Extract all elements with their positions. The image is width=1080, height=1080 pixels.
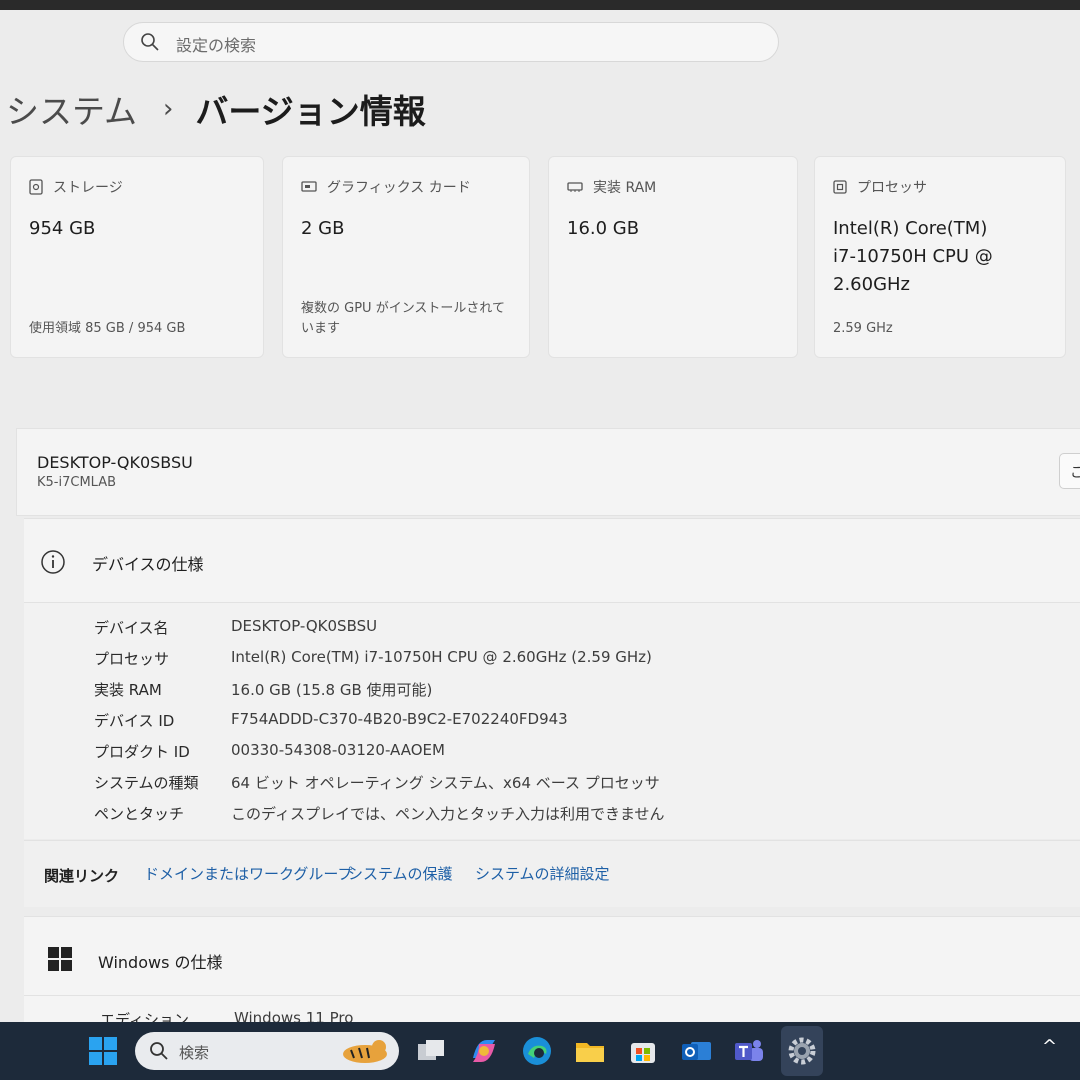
spec-value[interactable]: 16.0 GB (15.8 GB 使用可能): [231, 679, 432, 700]
divider: [24, 995, 1080, 996]
related-links-bar: 関連リンク ドメインまたはワークグループ システムの保護 システムの詳細設定: [24, 840, 1080, 907]
windows-spec-section[interactable]: Windows の仕様 エディション Windows 11 Pro: [24, 916, 1080, 1029]
rename-pc-button[interactable]: こ: [1059, 453, 1080, 489]
graphics-card-sub: 複数の GPU がインストールされています: [301, 301, 506, 336]
link-advanced-system-settings[interactable]: システムの詳細設定: [475, 863, 610, 884]
start-icon[interactable]: [86, 1034, 120, 1068]
windows-spec-title: Windows の仕様: [98, 953, 223, 972]
spec-key: デバイス ID: [94, 712, 175, 730]
related-links-label: 関連リンク: [44, 867, 120, 885]
processor-icon: [833, 180, 847, 194]
spec-value[interactable]: F754ADDD-C370-4B20-B9C2-E702240FD943: [231, 710, 568, 728]
search-placeholder: 設定の検索: [176, 36, 257, 55]
graphics-card-icon: [301, 181, 317, 192]
processor-card-title: プロセッサ: [857, 180, 927, 196]
processor-card-header: プロセッサ: [833, 177, 927, 197]
spec-value[interactable]: このディスプレイでは、ペン入力とタッチ入力は利用できません: [231, 803, 665, 824]
graphics-card-value: 2 GB: [301, 218, 345, 239]
breadcrumb: システム › バージョン情報: [6, 84, 426, 134]
graphics-card-header: グラフィックス カード: [301, 177, 471, 197]
search-icon: [141, 33, 159, 51]
window-top-edge: [0, 0, 1080, 10]
ram-card-header: 実装 RAM: [567, 177, 656, 197]
graphics-card-card[interactable]: グラフィックス カード 2 GB 複数の GPU がインストールされています: [282, 156, 530, 358]
graphics-card-title: グラフィックス カード: [327, 180, 471, 196]
windows-logo-icon: [48, 947, 72, 971]
store-icon[interactable]: [626, 1034, 660, 1068]
storage-card-sub: 使用領域 85 GB / 954 GB: [29, 321, 186, 336]
settings-search-box[interactable]: 設定の検索: [123, 22, 779, 62]
spec-key: プロセッサ: [94, 650, 170, 668]
spec-key: プロダクト ID: [94, 743, 190, 761]
pc-name: DESKTOP-QK0SBSU: [37, 453, 193, 472]
pc-model: K5-i7CMLAB: [37, 475, 117, 490]
taskbar: 検索 ^: [0, 1022, 1080, 1080]
copilot-icon[interactable]: [467, 1034, 501, 1068]
breadcrumb-separator: ›: [163, 94, 174, 124]
device-spec-header[interactable]: デバイスの仕様: [24, 518, 1080, 603]
page-title: バージョン情報: [195, 92, 426, 131]
spec-value[interactable]: Intel(R) Core(TM) i7-10750H CPU @ 2.60GH…: [231, 648, 652, 666]
outlook-icon[interactable]: [679, 1034, 713, 1068]
ram-card[interactable]: 実装 RAM 16.0 GB: [548, 156, 798, 358]
edge-icon[interactable]: [520, 1034, 554, 1068]
settings-icon[interactable]: [785, 1034, 819, 1068]
spec-key: デバイス名: [94, 619, 169, 637]
device-spec-body: デバイス名 DESKTOP-QK0SBSU プロセッサ Intel(R) Cor…: [24, 602, 1080, 839]
pc-name-panel: DESKTOP-QK0SBSU K5-i7CMLAB こ: [16, 428, 1080, 516]
spec-key: 実装 RAM: [94, 681, 162, 699]
spec-key: システムの種類: [94, 774, 199, 792]
spec-key: ペンとタッチ: [94, 805, 185, 823]
spec-value[interactable]: 64 ビット オペレーティング システム、x64 ベース プロセッサ: [231, 772, 660, 793]
teams-icon[interactable]: [732, 1034, 766, 1068]
device-spec-title: デバイスの仕様: [92, 555, 204, 574]
storage-card-header: ストレージ: [29, 177, 123, 197]
processor-card-value: Intel(R) Core(TM) i7-10750H CPU @ 2.60GH…: [833, 218, 993, 295]
file-explorer-icon[interactable]: [573, 1034, 607, 1068]
tray-chevron-icon[interactable]: ^: [1042, 1036, 1057, 1057]
search-icon: [150, 1042, 168, 1060]
taskbar-search-placeholder: 検索: [179, 1044, 210, 1062]
breadcrumb-parent[interactable]: システム: [6, 85, 137, 133]
link-domain-workgroup[interactable]: ドメインまたはワークグループ: [144, 863, 353, 884]
processor-card[interactable]: プロセッサ Intel(R) Core(TM) i7-10750H CPU @ …: [814, 156, 1066, 358]
ram-icon: [567, 182, 583, 192]
tiger-highlight-icon: [343, 1040, 387, 1063]
taskbar-search[interactable]: 検索: [135, 1032, 399, 1070]
storage-card[interactable]: ストレージ 954 GB 使用領域 85 GB / 954 GB: [10, 156, 264, 358]
processor-card-sub: 2.59 GHz: [833, 321, 893, 336]
link-system-protection[interactable]: システムの保護: [348, 863, 453, 884]
task-view-icon[interactable]: [414, 1034, 448, 1068]
storage-card-title: ストレージ: [53, 180, 123, 196]
ram-card-title: 実装 RAM: [593, 180, 657, 196]
ram-card-value: 16.0 GB: [567, 218, 640, 239]
storage-icon: [29, 179, 43, 195]
info-icon: [41, 550, 65, 574]
spec-value[interactable]: 00330-54308-03120-AAOEM: [231, 741, 445, 759]
spec-value[interactable]: DESKTOP-QK0SBSU: [231, 617, 377, 635]
storage-card-value: 954 GB: [29, 218, 96, 239]
